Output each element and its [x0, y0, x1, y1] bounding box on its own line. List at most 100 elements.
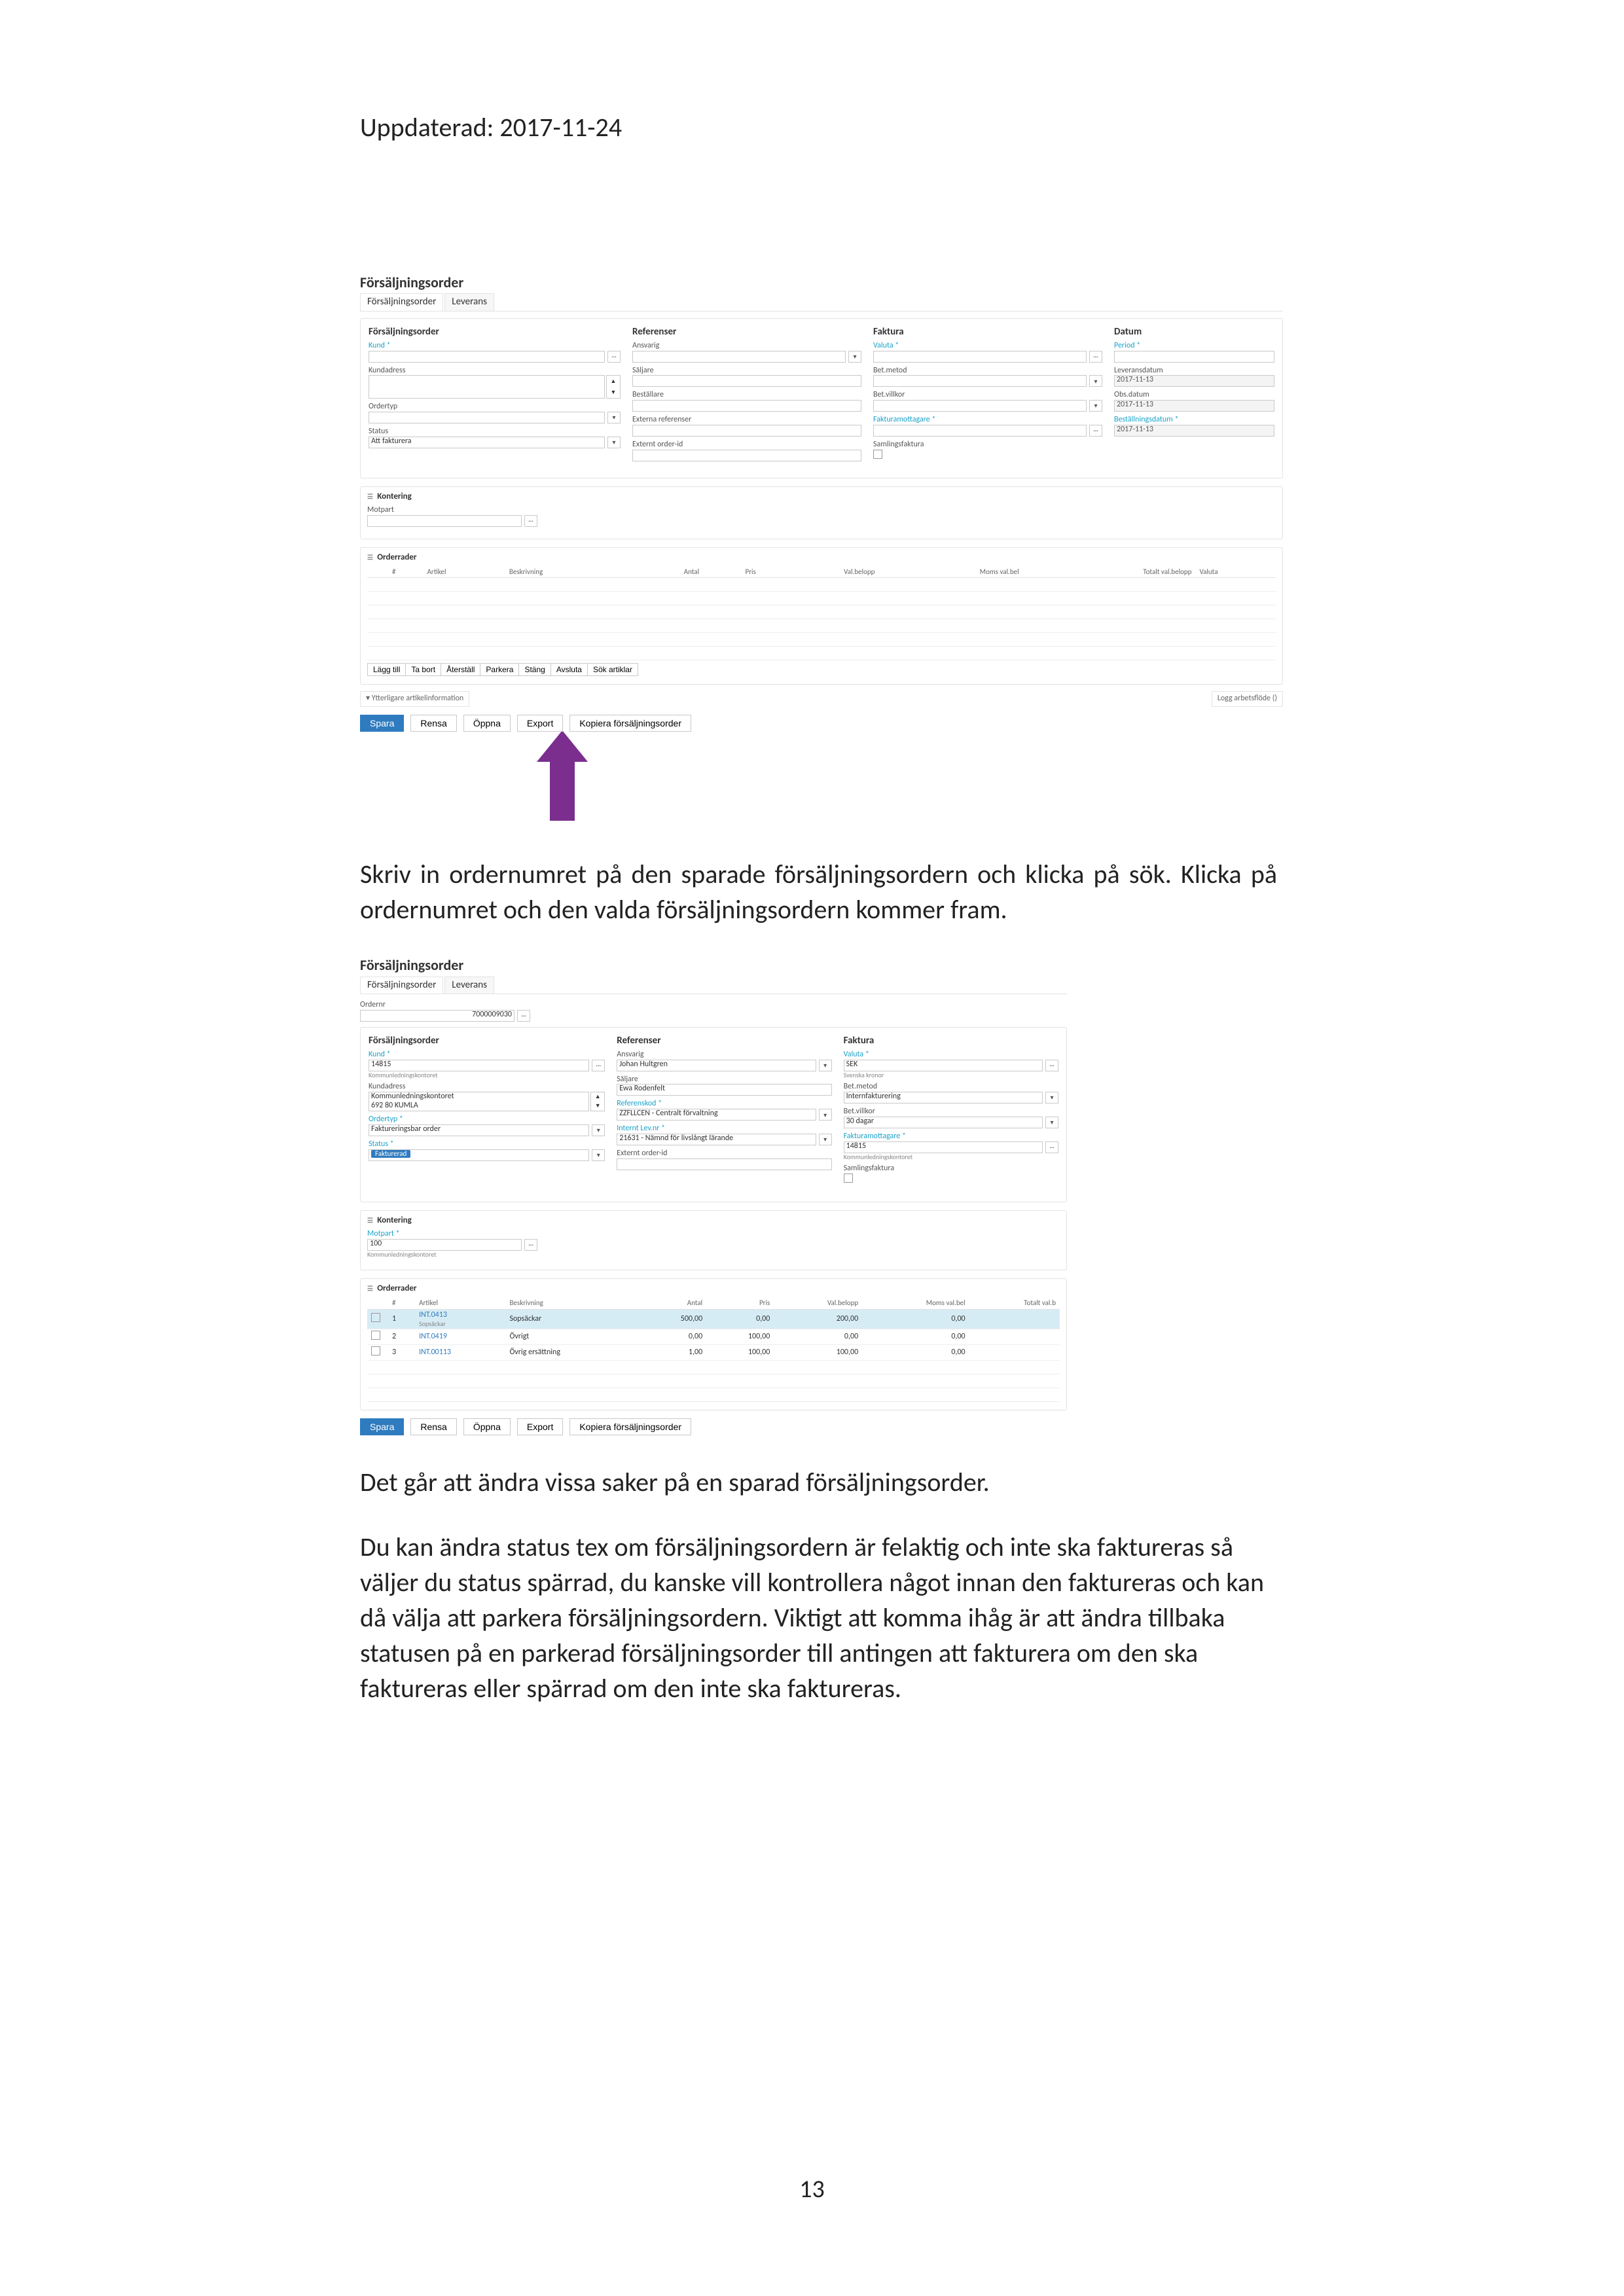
- artikel-link[interactable]: INT.0413: [419, 1310, 447, 1319]
- label-valuta-2: Valuta *: [844, 1050, 1058, 1060]
- clear-button-2[interactable]: Rensa: [410, 1418, 456, 1435]
- table-row[interactable]: 1 INT.0413Sopsäckar Sopsäckar 500,00 0,0…: [367, 1310, 1060, 1329]
- internt-lev-dropdown-icon-2[interactable]: ▾: [819, 1134, 832, 1145]
- kund-lookup-button-2[interactable]: ···: [592, 1060, 605, 1071]
- motpart-input-2[interactable]: 100: [367, 1239, 522, 1251]
- samlfakt-checkbox[interactable]: [873, 450, 882, 459]
- row-search-button[interactable]: Sök artiklar: [587, 663, 638, 676]
- ansvarig-input-2[interactable]: Johan Hultgren: [617, 1060, 816, 1071]
- row-checkbox[interactable]: [371, 1313, 380, 1322]
- fakturamott-input[interactable]: [873, 425, 1087, 437]
- ordernr-lookup-button[interactable]: ···: [517, 1010, 530, 1022]
- betvillkor-input[interactable]: [873, 400, 1087, 412]
- artikel-link[interactable]: INT.0419: [419, 1332, 447, 1341]
- motpart-input[interactable]: [367, 515, 522, 527]
- kundadress-input-2[interactable]: Kommunledningskontoret692 80 KUMLA: [369, 1092, 589, 1111]
- kundadress-down-icon-2[interactable]: ▼: [591, 1102, 604, 1111]
- status-dropdown-icon[interactable]: ▾: [607, 437, 621, 448]
- saljare-input[interactable]: [632, 375, 861, 387]
- kund-input[interactable]: [369, 351, 605, 363]
- fakturamott-subtext: Kommunledningskontoret: [844, 1153, 1058, 1161]
- section-kontering: Kontering Motpart ···: [360, 486, 1283, 539]
- leveransdatum-input[interactable]: 2017-11-13: [1114, 375, 1274, 387]
- externt-oid-input[interactable]: [632, 450, 861, 461]
- valuta-input-2[interactable]: SEK: [844, 1060, 1043, 1071]
- valuta-subtext: Svenska kronor: [844, 1071, 1058, 1079]
- col-hash: #: [388, 567, 424, 578]
- valuta-lookup-button-2[interactable]: ···: [1045, 1060, 1058, 1071]
- ordertyp-dropdown-icon-2[interactable]: ▾: [592, 1124, 605, 1136]
- betmetod-input[interactable]: [873, 375, 1087, 387]
- copy-button-2[interactable]: Kopiera försäljningsorder: [569, 1418, 691, 1435]
- betvillkor-dropdown-icon-2[interactable]: ▾: [1045, 1117, 1058, 1128]
- ansvarig-input[interactable]: [632, 351, 846, 363]
- betmetod-dropdown-icon[interactable]: ▾: [1089, 375, 1102, 387]
- bestdatum-input[interactable]: 2017-11-13: [1114, 425, 1274, 437]
- kundadress-down-icon[interactable]: ▼: [607, 387, 620, 398]
- kund-input-2[interactable]: 14815: [369, 1060, 589, 1071]
- period-input[interactable]: [1114, 351, 1274, 363]
- ordertyp-dropdown-icon[interactable]: ▾: [607, 412, 621, 423]
- logg-toggle[interactable]: Logg arbetsflöde (): [1212, 691, 1283, 707]
- ordertyp-input-2[interactable]: Faktureringsbar order: [369, 1124, 589, 1136]
- motpart-lookup-button-2[interactable]: ···: [524, 1239, 537, 1251]
- externt-oid-input-2[interactable]: [617, 1158, 831, 1170]
- save-button-2[interactable]: Spara: [360, 1418, 404, 1435]
- bestallare-input[interactable]: [632, 400, 861, 412]
- refkod-input-2[interactable]: ZZFLLCEN - Centralt förvaltning: [617, 1109, 816, 1121]
- row-close-button[interactable]: Stäng: [518, 663, 550, 676]
- export-button-2[interactable]: Export: [517, 1418, 563, 1435]
- kundadress-up-icon[interactable]: ▲: [607, 376, 620, 387]
- ansvarig-dropdown-icon[interactable]: ▾: [848, 351, 861, 363]
- row-del-button[interactable]: Ta bort: [405, 663, 441, 676]
- tab-leverans[interactable]: Leverans: [444, 293, 494, 310]
- open-button[interactable]: Öppna: [463, 715, 511, 732]
- fakturamott-lookup-button-2[interactable]: ···: [1045, 1141, 1058, 1153]
- kundadress-input[interactable]: [369, 375, 605, 399]
- tab-forsaljningsorder-2[interactable]: Försäljningsorder: [360, 977, 443, 994]
- label-samlfakt: Samlingsfaktura: [873, 440, 1102, 450]
- valuta-lookup-button[interactable]: ···: [1089, 351, 1102, 363]
- fakturamott-input-2[interactable]: 14815: [844, 1141, 1043, 1153]
- row-checkbox[interactable]: [371, 1346, 380, 1355]
- ordertyp-input[interactable]: [369, 412, 605, 423]
- externa-ref-input[interactable]: [632, 425, 861, 437]
- copy-button[interactable]: Kopiera försäljningsorder: [569, 715, 691, 732]
- clear-button[interactable]: Rensa: [410, 715, 456, 732]
- row-park-button[interactable]: Parkera: [480, 663, 519, 676]
- row-add-button[interactable]: Lägg till: [367, 663, 406, 676]
- betmetod-input-2[interactable]: Internfakturering: [844, 1092, 1043, 1103]
- tab-leverans-2[interactable]: Leverans: [444, 977, 494, 994]
- ansvarig-dropdown-icon-2[interactable]: ▾: [819, 1060, 832, 1071]
- row-checkbox[interactable]: [371, 1331, 380, 1340]
- betmetod-dropdown-icon-2[interactable]: ▾: [1045, 1092, 1058, 1103]
- status-input-2[interactable]: Fakturerad: [369, 1149, 589, 1161]
- save-button[interactable]: Spara: [360, 715, 404, 732]
- motpart-lookup-button[interactable]: ···: [524, 515, 537, 527]
- artikel-link[interactable]: INT.00113: [419, 1348, 451, 1357]
- valuta-input[interactable]: [873, 351, 1087, 363]
- table-row[interactable]: 3 INT.00113 Övrig ersättning 1,00 100,00…: [367, 1345, 1060, 1361]
- betvillkor-dropdown-icon[interactable]: ▾: [1089, 400, 1102, 412]
- row-cancel-button[interactable]: Avsluta: [550, 663, 588, 676]
- internt-lev-input-2[interactable]: 21631 - Nämnd för livslångt lärande: [617, 1134, 816, 1145]
- label-obsdatum: Obs.datum: [1114, 391, 1274, 400]
- tab-forsaljningsorder[interactable]: Försäljningsorder: [360, 293, 443, 310]
- obsdatum-input[interactable]: 2017-11-13: [1114, 400, 1274, 412]
- fakturamott-lookup-button[interactable]: ···: [1089, 425, 1102, 437]
- kund-lookup-button[interactable]: ···: [607, 351, 621, 363]
- export-button[interactable]: Export: [517, 715, 563, 732]
- saljare-input-2[interactable]: Ewa Rodenfelt: [617, 1084, 831, 1096]
- samlfakt-checkbox-2[interactable]: [844, 1174, 853, 1183]
- ytterligare-artikelinfo-toggle[interactable]: ▾ Ytterligare artikelinformation: [360, 691, 469, 707]
- row-restore-button[interactable]: Återställ: [441, 663, 480, 676]
- table-row[interactable]: 2 INT.0419 Övrigt 0,00 100,00 0,00 0,00: [367, 1329, 1060, 1345]
- betvillkor-input-2[interactable]: 30 dagar: [844, 1117, 1043, 1128]
- kundadress-up-icon-2[interactable]: ▲: [591, 1092, 604, 1102]
- open-button-2[interactable]: Öppna: [463, 1418, 511, 1435]
- ordernr-input[interactable]: 7000009030: [360, 1010, 514, 1022]
- label-saljare-2: Säljare: [617, 1075, 831, 1085]
- status-input[interactable]: Att fakturera: [369, 437, 605, 448]
- refkod-dropdown-icon-2[interactable]: ▾: [819, 1109, 832, 1121]
- status-dropdown-icon-2[interactable]: ▾: [592, 1149, 605, 1161]
